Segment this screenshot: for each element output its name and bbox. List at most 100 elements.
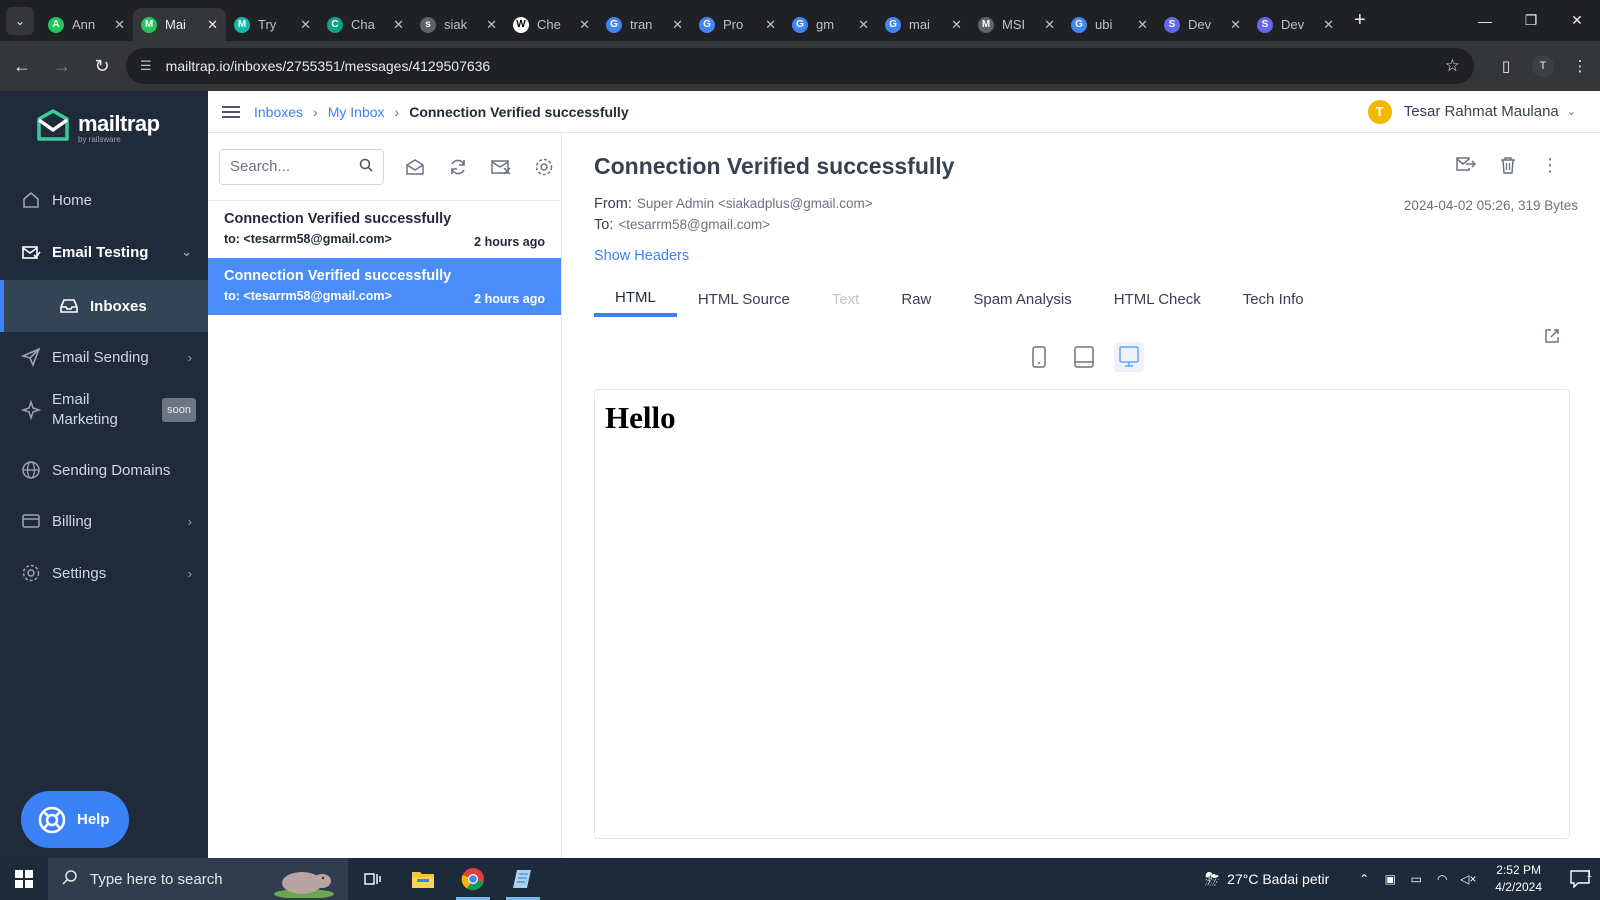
windows-start-icon[interactable] (0, 858, 48, 900)
battery-icon[interactable]: ▭ (1403, 872, 1429, 886)
weather-widget[interactable]: 27°C Badai petir (1227, 871, 1329, 887)
weather-icon[interactable]: ⛈ (1205, 869, 1219, 890)
breadcrumb-my-inbox[interactable]: My Inbox (328, 104, 385, 120)
notification-center-icon[interactable]: 1 (1560, 869, 1600, 888)
tab-label: MSI (1002, 17, 1026, 32)
task-view-icon[interactable] (348, 858, 398, 900)
browser-tab[interactable]: M Try ✕ (226, 8, 319, 41)
browser-tab[interactable]: Gtran ✕ (598, 8, 691, 41)
tab-spam-analysis[interactable]: Spam Analysis (952, 281, 1092, 317)
browser-tab[interactable]: A Ann ✕ (40, 8, 133, 41)
search-input[interactable] (230, 158, 350, 175)
notepad-app-icon[interactable] (498, 858, 548, 900)
weather-text: Badai petir (1262, 871, 1330, 887)
browser-tab[interactable]: M Mai ✕ (133, 8, 226, 41)
browser-tab[interactable]: W Che ✕ (505, 8, 598, 41)
list-item[interactable]: Connection Verified successfully to: <te… (208, 201, 561, 258)
tab-html-check[interactable]: HTML Check (1093, 281, 1222, 317)
browser-tab[interactable]: S Dev ✕ (1156, 8, 1249, 41)
browser-tab[interactable]: Gubi ✕ (1063, 8, 1156, 41)
tab-html-source[interactable]: HTML Source (677, 281, 811, 317)
more-options-icon[interactable]: ⋮ (1540, 155, 1560, 175)
profile-avatar[interactable]: T (1532, 55, 1554, 77)
breadcrumb-inboxes[interactable]: Inboxes (254, 104, 303, 120)
mobile-view-icon[interactable] (1024, 342, 1054, 372)
tab-close-icon[interactable]: ✕ (486, 17, 497, 33)
sidebar-item-settings[interactable]: Settings › (0, 549, 208, 597)
browser-tab[interactable]: Ggm ✕ (784, 8, 877, 41)
tab-close-icon[interactable]: ✕ (393, 17, 404, 33)
tab-tech-info[interactable]: Tech Info (1222, 281, 1325, 317)
browser-tab[interactable]: G Pro ✕ (691, 8, 784, 41)
user-menu[interactable]: T Tesar Rahmat Maulana ⌄ (1367, 99, 1576, 124)
site-info-icon[interactable]: ☰ (140, 58, 152, 74)
tab-close-icon[interactable]: ✕ (1137, 17, 1148, 33)
tab-close-icon[interactable]: ✕ (300, 17, 311, 33)
wifi-icon[interactable]: ◠ (1429, 872, 1455, 886)
open-external-icon[interactable] (1544, 328, 1560, 344)
side-panel-icon[interactable]: ▯ (1494, 48, 1518, 84)
minimize-icon[interactable]: — (1462, 0, 1508, 41)
tab-close-icon[interactable]: ✕ (579, 17, 590, 33)
clock[interactable]: 2:52 PM 4/2/2024 (1495, 862, 1542, 896)
browser-tab[interactable]: Gmai ✕ (877, 8, 970, 41)
sidebar-item-email-marketing[interactable]: Email Marketing soon (0, 381, 208, 439)
sidebar-item-home[interactable]: Home (0, 176, 208, 224)
tab-close-icon[interactable]: ✕ (951, 17, 962, 33)
message-list-pane: Connection Verified successfully to: <te… (208, 133, 562, 858)
inbox-settings-icon[interactable] (532, 155, 556, 179)
browser-tab[interactable]: M MSI ✕ (970, 8, 1063, 41)
browser-tab[interactable]: C Cha ✕ (319, 8, 412, 41)
tab-close-icon[interactable]: ✕ (765, 17, 776, 33)
sidebar-item-sending-domains[interactable]: Sending Domains (0, 446, 208, 494)
browser-tab[interactable]: S Dev ✕ (1249, 8, 1342, 41)
show-hidden-icons-icon[interactable]: ⌃ (1351, 872, 1377, 886)
bookmark-star-icon[interactable]: ☆ (1445, 56, 1460, 76)
message-time: 2 hours ago (474, 235, 545, 249)
list-item-selected[interactable]: Connection Verified successfully to: <te… (208, 258, 561, 315)
refresh-icon[interactable] (446, 155, 470, 179)
file-explorer-icon[interactable] (398, 858, 448, 900)
volume-muted-icon[interactable]: ◁× (1455, 872, 1481, 886)
tab-close-icon[interactable]: ✕ (114, 17, 125, 33)
taskbar-search[interactable]: Type here to search (48, 858, 348, 900)
sidebar-item-email-sending[interactable]: Email Sending › (0, 333, 208, 381)
search-icon[interactable] (359, 158, 373, 175)
delete-icon[interactable] (1498, 155, 1518, 175)
tab-close-icon[interactable]: ✕ (672, 17, 683, 33)
tab-close-icon[interactable]: ✕ (1230, 17, 1241, 33)
restore-icon[interactable]: ❐ (1508, 0, 1554, 41)
clear-inbox-icon[interactable] (489, 155, 513, 179)
back-icon[interactable]: ← (4, 48, 40, 84)
desktop-view-icon[interactable] (1114, 342, 1144, 372)
tab-close-icon[interactable]: ✕ (1044, 17, 1055, 33)
menu-toggle-icon[interactable] (222, 103, 240, 121)
close-window-icon[interactable]: ✕ (1554, 0, 1600, 41)
forward-icon[interactable]: → (44, 48, 80, 84)
reload-icon[interactable]: ↻ (84, 48, 120, 84)
mailtrap-logo[interactable]: mailtrap by railsware (36, 109, 160, 145)
tab-close-icon[interactable]: ✕ (858, 17, 869, 33)
from-label: From: (594, 196, 632, 212)
address-bar[interactable]: ☰ mailtrap.io/inboxes/2755351/messages/4… (126, 48, 1474, 84)
chrome-icon[interactable] (448, 858, 498, 900)
breadcrumb-separator-icon: › (313, 103, 318, 120)
sidebar-item-email-testing[interactable]: Email Testing ⌄ (0, 228, 208, 276)
mark-read-icon[interactable] (403, 155, 427, 179)
meet-now-icon[interactable]: ▣ (1377, 872, 1403, 886)
forward-icon[interactable] (1456, 155, 1476, 175)
tab-raw[interactable]: Raw (880, 281, 952, 317)
sidebar-item-billing[interactable]: Billing › (0, 497, 208, 545)
browser-tab[interactable]: s siak ✕ (412, 8, 505, 41)
sidebar-item-inboxes[interactable]: Inboxes (0, 280, 208, 332)
tab-search-button[interactable]: ⌄ (6, 6, 34, 35)
tab-html[interactable]: HTML (594, 281, 677, 317)
tab-close-icon[interactable]: ✕ (1323, 17, 1334, 33)
help-button[interactable]: Help (21, 791, 129, 848)
browser-menu-icon[interactable]: ⋮ (1568, 48, 1592, 84)
tab-text[interactable]: Text (811, 281, 881, 317)
tablet-view-icon[interactable] (1069, 342, 1099, 372)
show-headers-link[interactable]: Show Headers (594, 248, 689, 264)
new-tab-button[interactable]: + (1354, 9, 1366, 32)
tab-close-icon[interactable]: ✕ (207, 17, 218, 33)
